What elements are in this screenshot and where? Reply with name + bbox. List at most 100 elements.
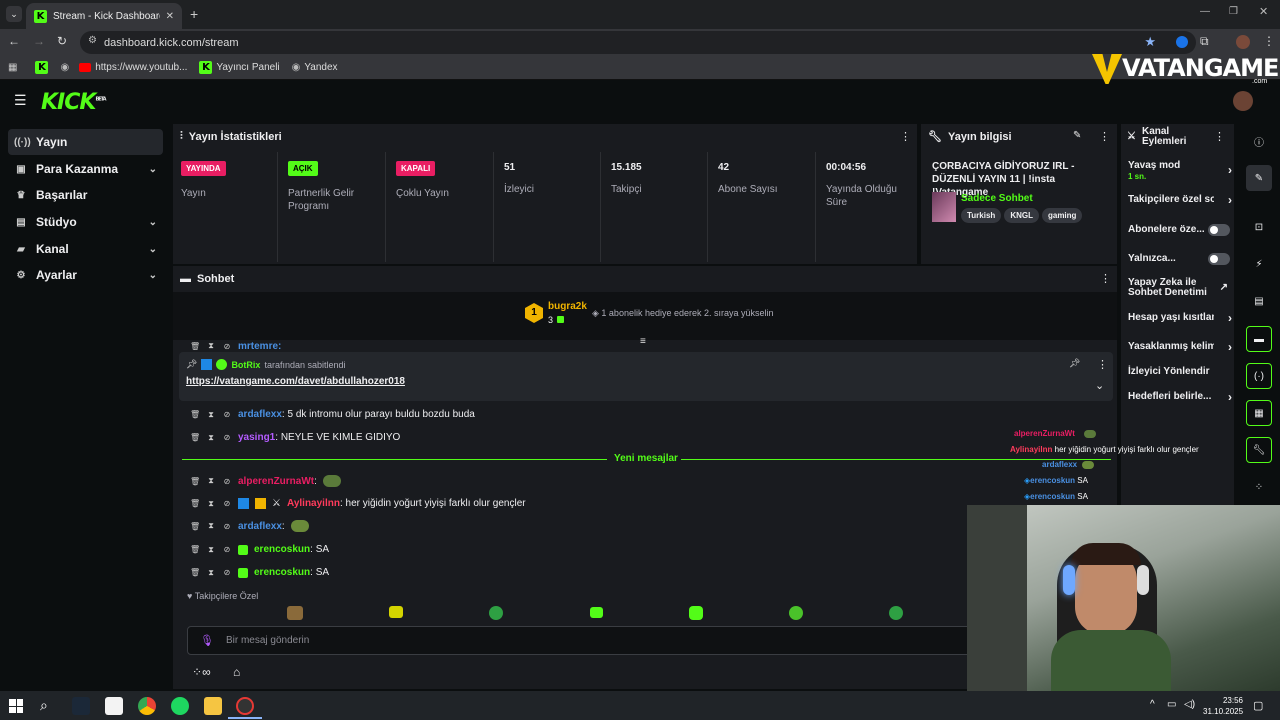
ban-icon[interactable]: ⊘: [222, 522, 232, 531]
ban-icon[interactable]: ⊘: [222, 499, 232, 508]
timeout-icon[interactable]: ⧗: [206, 433, 216, 443]
profile-avatar[interactable]: [1236, 35, 1250, 49]
lightning-icon[interactable]: ⚡︎: [1246, 251, 1272, 277]
close-window-icon[interactable]: ✕: [1259, 5, 1268, 18]
leader-name[interactable]: bugra2k: [548, 301, 587, 312]
store-icon[interactable]: ▦: [1246, 400, 1272, 426]
spotify-icon[interactable]: [171, 697, 189, 715]
chrome-icon[interactable]: [138, 697, 156, 715]
broadcast-icon[interactable]: (·): [1246, 363, 1272, 389]
pinned-link[interactable]: https://vatangame.com/davet/abdullahozer…: [186, 376, 405, 387]
file-explorer-icon[interactable]: [204, 697, 222, 715]
more-dots-icon[interactable]: ⁘: [1246, 474, 1272, 500]
chat-message[interactable]: 🗑︎ ⧗ ⊘ ardaflexx:: [190, 520, 309, 532]
ban-icon[interactable]: ⊘: [222, 545, 232, 554]
chat-message[interactable]: 🗑︎ ⧗ ⊘ yasing1: NEYLE VE KIMLE GIDIYO: [190, 432, 400, 443]
timeout-icon[interactable]: ⧗: [206, 568, 216, 578]
action-account-age[interactable]: Hesap yaşı kısıtlan ›: [1128, 311, 1232, 325]
timeout-icon[interactable]: ⧗: [206, 521, 216, 531]
action-raid[interactable]: İzleyici Yönlendir: [1128, 366, 1228, 377]
obs-icon[interactable]: [236, 697, 254, 715]
kick-bookmark-icon[interactable]: K: [35, 61, 49, 74]
tag[interactable]: gaming: [1041, 208, 1083, 223]
pinned-menu-icon[interactable]: ⋮: [1097, 358, 1108, 371]
chat-username[interactable]: yasing1: [238, 432, 275, 443]
forward-icon[interactable]: →: [33, 34, 45, 48]
only-toggle[interactable]: [1208, 252, 1230, 265]
category-link[interactable]: Sadece Sohbet: [961, 193, 1033, 204]
kick-logo[interactable]: KICKBETA: [41, 90, 107, 115]
tag[interactable]: KNGL: [1004, 208, 1039, 223]
chat-message[interactable]: 🗑︎ ⧗ ⊘ alperenZurnaWt:: [190, 475, 341, 487]
sidebar-item-yayin[interactable]: ((·)) Yayın: [8, 129, 163, 155]
info-icon[interactable]: ⓘ: [1246, 128, 1272, 154]
close-tab-icon[interactable]: ✕: [166, 11, 174, 22]
site-info-icon[interactable]: ⚙: [88, 35, 97, 46]
chat-message[interactable]: 🗑︎ ⧗ ⊘ ⚔︎ Aylinayilnn: her yiğidin yoğurt …: [190, 498, 526, 509]
bookmark-star-icon[interactable]: ★: [1144, 34, 1156, 50]
action-ai-moderation[interactable]: Yapay Zeka ile Sohbet Denetimi ↗: [1128, 278, 1228, 298]
stream-info-menu-icon[interactable]: ⋮: [1099, 130, 1110, 143]
apps-grid-icon[interactable]: ▦: [8, 62, 17, 73]
channel-actions-menu-icon[interactable]: ⋮: [1214, 130, 1225, 143]
timeout-icon[interactable]: ⧗: [206, 410, 216, 420]
bookmark-yandex[interactable]: ◉ Yandex: [292, 62, 338, 73]
timeout-icon[interactable]: ⧗: [206, 499, 216, 509]
wrench-icon[interactable]: 🔧︎: [1246, 437, 1272, 463]
timeout-icon[interactable]: ⧗: [206, 476, 216, 486]
chat-username[interactable]: ardaflexx: [238, 409, 282, 420]
chat-message[interactable]: 🗑︎ ⧗ ⊘ erencoskun: SA: [190, 544, 329, 555]
sidebar-item-para-kazanma[interactable]: ▣ Para Kazanma ⌄: [8, 156, 163, 182]
store-app-icon[interactable]: [105, 697, 123, 715]
chat-username[interactable]: erencoskun: [254, 544, 310, 555]
expand-leaderboard-icon[interactable]: ≡: [640, 336, 646, 347]
trash-icon[interactable]: 🗑︎: [190, 433, 200, 442]
sidebar-item-ayarlar[interactable]: ⚙ Ayarlar ⌄: [8, 262, 163, 288]
hamburger-menu-icon[interactable]: ☰: [14, 92, 27, 109]
steam-icon[interactable]: [72, 697, 90, 715]
chat-message[interactable]: 🗑︎ ⧗ ⊘ ardaflexx: 5 dk intromu olur parayı…: [190, 409, 475, 420]
trash-icon[interactable]: 🗑︎: [190, 522, 200, 531]
pinned-by[interactable]: BotRix: [231, 360, 260, 370]
unpin-icon[interactable]: 📌︎: [1069, 358, 1080, 369]
user-avatar[interactable]: [1233, 91, 1253, 111]
sidebar-item-kanal[interactable]: ▰ Kanal ⌄: [8, 236, 163, 262]
action-slow-mode[interactable]: Yavaş mod ›: [1128, 160, 1232, 177]
back-icon[interactable]: ←: [8, 34, 20, 48]
emote-icon[interactable]: [489, 606, 503, 620]
mic-icon[interactable]: 🎙︎: [200, 634, 214, 647]
windows-start-icon[interactable]: [9, 699, 23, 713]
edit-icon[interactable]: ✎: [1246, 165, 1272, 191]
emote-icon[interactable]: [689, 606, 703, 620]
stats-menu-icon[interactable]: ⋮: [900, 130, 911, 143]
action-goals[interactable]: Hedefleri belirle... ›: [1128, 390, 1232, 404]
maximize-icon[interactable]: ❐: [1229, 6, 1238, 17]
volume-icon[interactable]: ◁): [1184, 699, 1195, 710]
chat-username[interactable]: alperenZurnaWt: [238, 476, 314, 487]
ban-icon[interactable]: ⊘: [222, 410, 232, 419]
chat-username[interactable]: Aylinayilnn: [287, 498, 340, 509]
emote-icon[interactable]: [789, 606, 803, 620]
sidebar-item-studyo[interactable]: ▤ Stüdyo ⌄: [8, 209, 163, 235]
extension-icon[interactable]: [1176, 36, 1188, 48]
bookmark-youtube[interactable]: https://www.youtub...: [79, 62, 187, 73]
new-tab-icon[interactable]: +: [190, 6, 198, 22]
rewards-icon[interactable]: ⁘∞: [192, 665, 211, 679]
action-only[interactable]: Yalnızca...: [1128, 252, 1230, 265]
emote-icon[interactable]: [287, 606, 303, 620]
focus-icon[interactable]: ⊡: [1246, 214, 1272, 240]
subscribers-only-toggle[interactable]: [1208, 223, 1230, 236]
store-icon[interactable]: ⌂: [233, 665, 240, 679]
chat-message[interactable]: 🗑︎ ⧗ ⊘ erencoskun: SA: [190, 567, 329, 578]
timeout-icon[interactable]: ⧗: [206, 545, 216, 555]
notifications-icon[interactable]: ▢: [1253, 699, 1263, 712]
chat-input[interactable]: 🎙︎ Bir mesaj gönderin: [187, 626, 977, 655]
network-icon[interactable]: ▭: [1167, 699, 1176, 710]
taskbar-clock[interactable]: 23:56 31.10.2025: [1203, 695, 1243, 717]
document-icon[interactable]: ▤: [1246, 288, 1272, 314]
emote-icon[interactable]: [590, 607, 603, 618]
edit-pencil-icon[interactable]: ✎: [1073, 130, 1081, 141]
browser-tab[interactable]: K Stream - Kick Dashboard ✕: [26, 3, 182, 29]
sidebar-item-basarilar[interactable]: ♛ Başarılar: [8, 182, 163, 208]
emote-icon[interactable]: [389, 606, 403, 618]
